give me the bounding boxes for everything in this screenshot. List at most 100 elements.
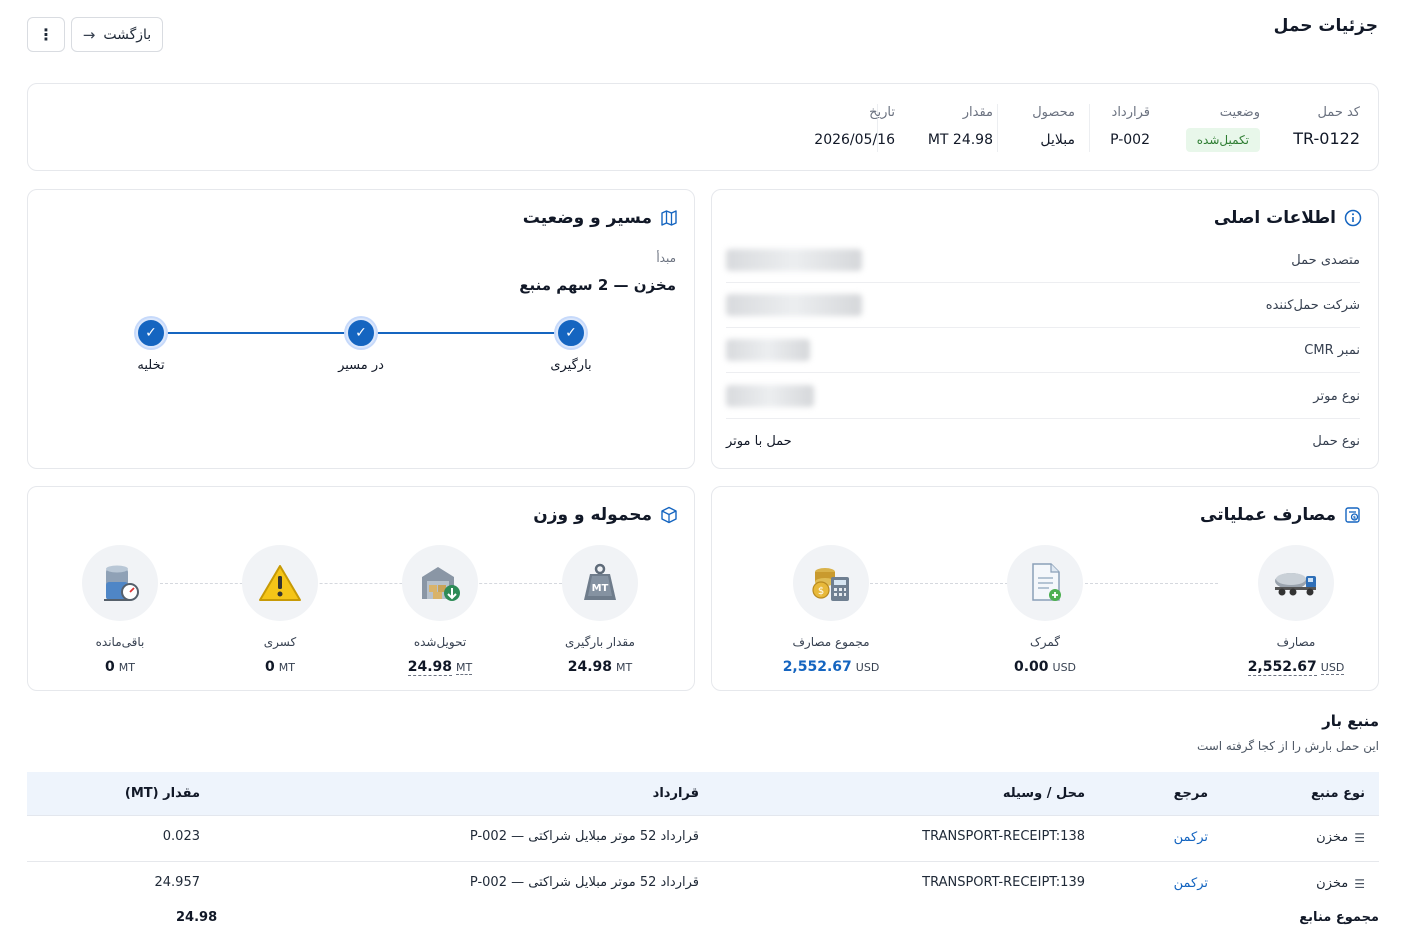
table-header: نوع منبع مرجع محل / وسیله قرارداد مقدار … <box>27 772 1379 816</box>
status-badge: تکمیل‌شده <box>1185 128 1260 152</box>
summary-divider <box>1089 104 1090 152</box>
tank-gauge-icon <box>82 545 158 621</box>
delivered-value: 24.98 <box>407 659 453 676</box>
main-info-title: اطلاعات اصلی <box>1214 208 1362 228</box>
metric-label: گمرک <box>1029 635 1060 649</box>
map-icon <box>661 210 677 226</box>
summary-card: کد حمل TR-0122 وضعیت تکمیل‌شده قرارداد P… <box>27 83 1379 171</box>
column-header-source-type: نوع منبع <box>1311 786 1365 801</box>
metric-loaded: MT مقدار بارگیری 24.98 MT <box>540 545 660 675</box>
info-value: حمل با موتر <box>726 434 792 449</box>
source-type-cell: ☰ مخزن <box>1316 876 1365 891</box>
column-header-contract: قرارداد <box>652 786 699 801</box>
amount-label: مقدار <box>962 105 993 120</box>
quantity-cell: 24.957 <box>154 875 201 890</box>
route-card: مسیر و وضعیت مبدأ مخزن — 2 سهم منبع ✓ ✓ … <box>27 189 695 469</box>
metric-label: کسری <box>263 635 297 649</box>
info-row-operator: متصدی حمل <box>726 238 1360 283</box>
remaining-unit: MT <box>118 661 135 674</box>
origin-value: مخزن — 2 سهم منبع <box>519 276 676 294</box>
column-header-quantity: مقدار (MT) <box>124 786 200 801</box>
arrow-right-icon: → <box>82 25 96 44</box>
cargo-card: محموله و وزن MT مقدار بارگیری 24.98 MT تح… <box>27 486 695 691</box>
column-header-place: محل / وسیله <box>1002 786 1085 801</box>
total-costs-unit: USD <box>855 661 880 674</box>
total-sources-value: 24.98 <box>176 910 218 925</box>
info-label: نوع حمل <box>1312 434 1360 449</box>
summary-code: کد حمل TR-0122 <box>1293 105 1360 148</box>
main-info-title-text: اطلاعات اصلی <box>1213 208 1336 228</box>
origin-label: مبدأ <box>656 251 676 265</box>
customs-value: 0.00 <box>1013 659 1049 675</box>
weight-mt-icon: MT <box>562 545 638 621</box>
back-button[interactable]: بازگشت → <box>71 17 163 52</box>
metric-value: 24.98 MT <box>540 659 660 675</box>
metric-remaining: باقی‌مانده 0 MT <box>60 545 180 675</box>
metric-delivered: تحویل‌شده 24.98 MT <box>380 545 500 676</box>
cargo-title: محموله و وزن <box>533 505 678 525</box>
customs-unit: USD <box>1052 661 1077 674</box>
contract-cell: قرارداد 52 موتر مبلایل شراکتی — P-002 <box>469 875 699 890</box>
remaining-value: 0 <box>105 659 115 675</box>
table-row: ☰ مخزن ترکمن TRANSPORT-RECEIPT:139 قرارد… <box>27 862 1379 908</box>
main-info-card: اطلاعات اصلی متصدی حمل شرکت حمل‌کننده نم… <box>711 189 1379 469</box>
contract-value: P-002 <box>1110 132 1150 148</box>
code-value: TR-0122 <box>1293 129 1360 148</box>
table-row: ☰ مخزن ترکمن TRANSPORT-RECEIPT:138 قرارد… <box>27 816 1379 862</box>
svg-text:MT: MT <box>592 583 609 594</box>
contract-cell: قرارداد 52 موتر مبلایل شراکتی — P-002 <box>469 829 699 844</box>
delivered-unit: MT <box>456 661 473 675</box>
metric-label: باقی‌مانده <box>95 635 145 649</box>
loaded-value: 24.98 <box>567 659 613 675</box>
metric-value: 2,552.67 USD <box>771 659 891 675</box>
more-options-button[interactable]: ⋮ <box>27 17 65 52</box>
document-add-icon <box>1007 545 1083 621</box>
product-label: محصول <box>1032 105 1075 120</box>
metric-value: 24.98 MT <box>380 659 500 676</box>
redacted-value <box>726 294 862 316</box>
database-icon: ☰ <box>1354 830 1365 845</box>
summary-status: وضعیت تکمیل‌شده <box>1185 105 1260 152</box>
redacted-value <box>726 249 862 271</box>
back-label: بازگشت <box>103 26 152 43</box>
warehouse-download-icon <box>402 545 478 621</box>
source-table: نوع منبع مرجع محل / وسیله قرارداد مقدار … <box>27 772 1379 908</box>
cargo-title-text: محموله و وزن <box>533 505 652 525</box>
metric-shortage: کسری 0 MT <box>220 545 340 675</box>
summary-divider <box>997 104 998 152</box>
info-label: متصدی حمل <box>1291 252 1360 268</box>
info-label: نمبر CMR <box>1304 342 1360 358</box>
info-label: شرکت حمل‌کننده <box>1265 297 1360 313</box>
warning-icon <box>242 545 318 621</box>
reference-link[interactable]: ترکمن <box>1174 830 1208 845</box>
total-costs-value: 2,552.67 <box>782 659 852 675</box>
product-value: مبلایل <box>1040 132 1075 148</box>
metric-customs: گمرک 0.00 USD <box>985 545 1105 675</box>
metric-label: تحویل‌شده <box>413 635 467 649</box>
more-vertical-icon: ⋮ <box>38 25 54 44</box>
summary-amount: مقدار 24.98 MT <box>928 105 993 148</box>
source-type: مخزن <box>1316 876 1349 891</box>
date-value: 2026/05/16 <box>814 132 895 148</box>
metric-label: مجموع مصارف <box>792 635 870 649</box>
metric-value: 2,552.67 USD <box>1236 659 1356 676</box>
redacted-value <box>726 385 814 407</box>
reference-link[interactable]: ترکمن <box>1174 876 1208 891</box>
status-label: وضعیت <box>1219 105 1260 120</box>
metric-label: مقدار بارگیری <box>565 635 635 649</box>
metric-value: 0 MT <box>220 659 340 675</box>
quantity-cell: 0.023 <box>162 829 200 844</box>
step-unloading-label: تخلیه <box>137 358 165 373</box>
step-in-transit-label: در مسیر <box>338 358 384 373</box>
metric-costs: مصارف 2,552.67 USD <box>1236 545 1356 676</box>
source-subtitle: این حمل بارش را از کجا گرفته است <box>1196 739 1379 753</box>
redacted-value <box>726 339 810 361</box>
database-icon: ☰ <box>1354 876 1365 891</box>
step-in-transit-check: ✓ <box>346 318 376 348</box>
summary-date: تاریخ 2026/05/16 <box>814 105 895 148</box>
place-cell: TRANSPORT-RECEIPT:139 <box>922 875 1085 890</box>
column-header-reference: مرجع <box>1173 786 1208 801</box>
place-cell: TRANSPORT-RECEIPT:138 <box>922 829 1085 844</box>
source-title: منبع بار <box>1322 712 1379 730</box>
summary-product: محصول مبلایل <box>1032 105 1075 148</box>
